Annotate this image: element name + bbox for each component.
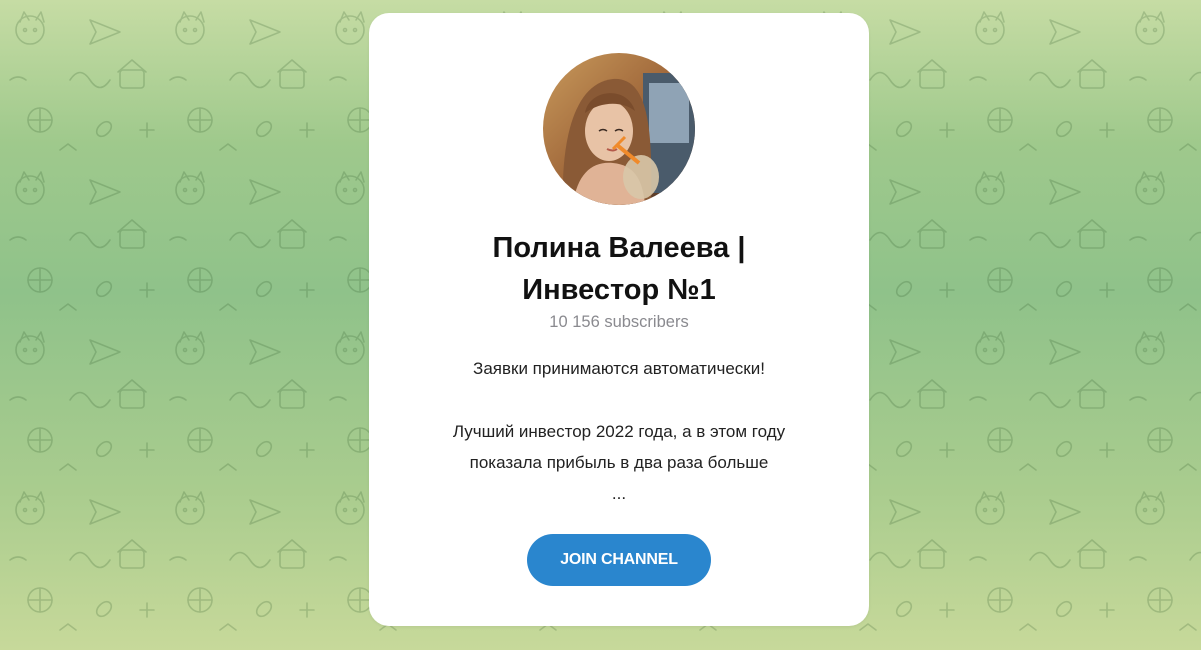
description-gap (399, 384, 839, 416)
description-more: ... (611, 484, 627, 503)
channel-title-line-1: Полина Валеева | (492, 232, 746, 264)
description-line: показала прибыль в два раза больше (469, 453, 769, 472)
channel-card: Полина Валеева | Инвестор №1 10 156 subs… (369, 13, 869, 626)
channel-title: Полина Валеева | Инвестор №1 (389, 227, 849, 311)
channel-title-line-2: Инвестор №1 (522, 274, 716, 306)
join-channel-button[interactable]: JOIN CHANNEL (527, 534, 711, 586)
description-line: Заявки принимаются автоматически! (473, 359, 765, 378)
description-line: Лучший инвестор 2022 года, а в этом году (452, 422, 786, 441)
channel-description: Заявки принимаются автоматически! Лучший… (399, 353, 839, 509)
avatar-photo-icon (543, 53, 695, 205)
channel-avatar[interactable] (543, 53, 695, 205)
subscriber-count: 10 156 subscribers (549, 313, 689, 331)
